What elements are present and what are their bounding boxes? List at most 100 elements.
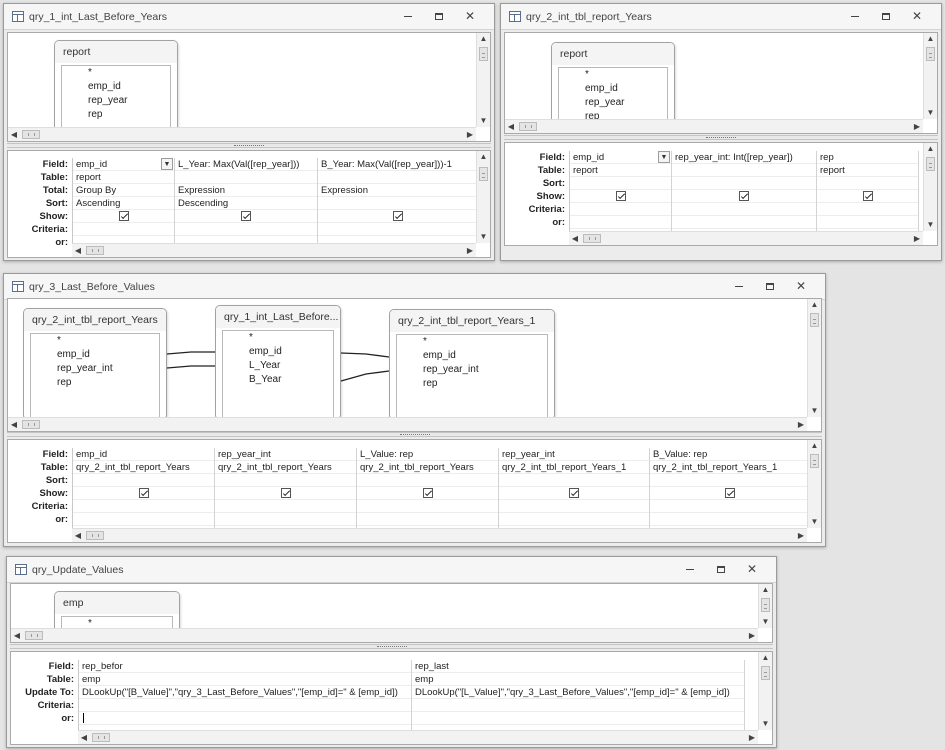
criteria-cell[interactable] bbox=[817, 203, 918, 216]
window-titlebar[interactable]: qry_2_int_tbl_report_Years ✕ bbox=[501, 4, 941, 30]
horizontal-scrollbar[interactable]: ◀ ▶ bbox=[505, 119, 923, 133]
table-box-field-list[interactable]: * emp_id rep_year_int rep bbox=[30, 333, 160, 419]
grid-column[interactable]: emp_id ▼ report bbox=[570, 151, 672, 231]
field-item[interactable]: emp_id bbox=[397, 349, 547, 363]
or-cell[interactable] bbox=[499, 513, 649, 526]
sort-cell[interactable]: Ascending bbox=[73, 197, 174, 210]
restore-icon[interactable] bbox=[710, 562, 732, 578]
checkbox-checked-icon[interactable] bbox=[138, 488, 149, 499]
horizontal-scrollbar[interactable]: ◀ ▶ bbox=[8, 417, 807, 431]
or-cell[interactable] bbox=[79, 712, 411, 725]
scroll-left-icon[interactable]: ◀ bbox=[78, 731, 90, 744]
or-cell[interactable] bbox=[215, 513, 356, 526]
checkbox-checked-icon[interactable] bbox=[392, 211, 403, 222]
scroll-thumb[interactable] bbox=[926, 47, 935, 61]
field-item[interactable]: rep_year_int bbox=[31, 362, 159, 376]
show-cell[interactable] bbox=[175, 210, 317, 223]
criteria-cell[interactable] bbox=[357, 500, 498, 513]
grid-columns[interactable]: emp_id qry_2_int_tbl_report_Years rep_ye… bbox=[72, 448, 807, 528]
scroll-right-icon[interactable]: ▶ bbox=[911, 120, 923, 133]
sort-cell[interactable] bbox=[215, 474, 356, 487]
close-icon[interactable]: ✕ bbox=[459, 9, 481, 25]
grid-column[interactable]: L_Value: rep qry_2_int_tbl_report_Years bbox=[357, 448, 499, 528]
scroll-left-icon[interactable]: ◀ bbox=[8, 418, 20, 431]
or-cell[interactable] bbox=[672, 216, 816, 229]
scroll-down-icon[interactable]: ▼ bbox=[808, 405, 821, 417]
scroll-down-icon[interactable]: ▼ bbox=[759, 616, 772, 628]
design-grid[interactable]: Field: Table: Total: Sort: Show: Criteri… bbox=[7, 150, 491, 258]
field-item[interactable]: rep bbox=[62, 108, 170, 122]
field-item[interactable]: rep_year bbox=[62, 94, 170, 108]
field-cell[interactable]: rep_year_int bbox=[499, 448, 649, 461]
checkbox-checked-icon[interactable] bbox=[422, 488, 433, 499]
scroll-right-icon[interactable]: ▶ bbox=[795, 529, 807, 542]
table-cell[interactable]: report bbox=[73, 171, 174, 184]
scroll-left-icon[interactable]: ◀ bbox=[11, 629, 23, 642]
field-item[interactable]: * bbox=[397, 335, 547, 349]
window-titlebar[interactable]: qry_1_int_Last_Before_Years ✕ bbox=[4, 4, 494, 30]
scroll-up-icon[interactable]: ▲ bbox=[808, 440, 821, 452]
pane-splitter[interactable] bbox=[504, 135, 938, 140]
field-item[interactable]: * bbox=[62, 66, 170, 80]
criteria-cell[interactable] bbox=[412, 699, 744, 712]
checkbox-checked-icon[interactable] bbox=[862, 191, 873, 202]
criteria-cell[interactable] bbox=[318, 223, 476, 236]
scroll-left-icon[interactable]: ◀ bbox=[72, 529, 84, 542]
query-window-qry-update-values[interactable]: qry_Update_Values ✕ emp * ▲ ▼ ◀ ▶ Field:… bbox=[6, 556, 777, 748]
grid-column[interactable]: emp_id qry_2_int_tbl_report_Years bbox=[73, 448, 215, 528]
table-cell[interactable] bbox=[672, 164, 816, 177]
window-titlebar[interactable]: qry_3_Last_Before_Values ✕ bbox=[4, 274, 825, 300]
show-cell[interactable] bbox=[73, 210, 174, 223]
field-cell[interactable]: rep bbox=[817, 151, 918, 164]
restore-icon[interactable] bbox=[428, 9, 450, 25]
field-cell[interactable]: L_Value: rep bbox=[357, 448, 498, 461]
show-cell[interactable] bbox=[499, 487, 649, 500]
design-grid[interactable]: Field: Table: Update To: Criteria: or: r… bbox=[10, 651, 773, 745]
vertical-scrollbar[interactable]: ▲ ▼ bbox=[807, 440, 821, 528]
field-item[interactable]: emp_id bbox=[223, 345, 333, 359]
table-cell[interactable]: emp bbox=[412, 673, 744, 686]
grid-columns[interactable]: emp_id ▼ report Group By Ascending L_Year… bbox=[72, 158, 476, 243]
sort-cell[interactable] bbox=[357, 474, 498, 487]
scroll-up-icon[interactable]: ▲ bbox=[477, 151, 490, 163]
scroll-down-icon[interactable]: ▼ bbox=[477, 115, 490, 127]
pane-splitter[interactable] bbox=[7, 432, 822, 437]
table-pane[interactable]: report * emp_id rep_year rep ▲ ▼ ◀ ▶ bbox=[504, 32, 938, 134]
field-item[interactable]: B_Year bbox=[223, 373, 333, 387]
horizontal-scrollbar[interactable]: ◀ ▶ bbox=[78, 730, 758, 744]
horizontal-scrollbar[interactable]: ◀ ▶ bbox=[72, 243, 476, 257]
grid-column[interactable]: rep_befor emp DLookUp("[B_Value]","qry_3… bbox=[79, 660, 412, 730]
minimize-icon[interactable] bbox=[728, 279, 750, 295]
scroll-up-icon[interactable]: ▲ bbox=[924, 143, 937, 155]
show-cell[interactable] bbox=[318, 210, 476, 223]
table-cell[interactable]: qry_2_int_tbl_report_Years bbox=[73, 461, 214, 474]
table-cell[interactable]: qry_2_int_tbl_report_Years_1 bbox=[650, 461, 807, 474]
field-item[interactable]: rep_year_int bbox=[397, 363, 547, 377]
grid-columns[interactable]: rep_befor emp DLookUp("[B_Value]","qry_3… bbox=[78, 660, 758, 730]
restore-icon[interactable] bbox=[875, 9, 897, 25]
show-cell[interactable] bbox=[357, 487, 498, 500]
sort-cell[interactable] bbox=[73, 474, 214, 487]
horizontal-scrollbar[interactable]: ◀ ▶ bbox=[11, 628, 758, 642]
query-window-qry-1[interactable]: qry_1_int_Last_Before_Years ✕ report * e… bbox=[3, 3, 495, 261]
scroll-up-icon[interactable]: ▲ bbox=[759, 584, 772, 596]
scroll-right-icon[interactable]: ▶ bbox=[746, 629, 758, 642]
scroll-right-icon[interactable]: ▶ bbox=[795, 418, 807, 431]
field-cell[interactable]: B_Value: rep bbox=[650, 448, 807, 461]
minimize-icon[interactable] bbox=[397, 9, 419, 25]
grid-column[interactable]: rep report bbox=[817, 151, 919, 231]
show-cell[interactable] bbox=[570, 190, 671, 203]
pane-splitter[interactable] bbox=[10, 644, 773, 649]
checkbox-checked-icon[interactable] bbox=[569, 488, 579, 499]
scroll-thumb[interactable] bbox=[92, 733, 110, 742]
total-cell[interactable]: Expression bbox=[318, 184, 476, 197]
design-grid[interactable]: Field: Table: Sort: Show: Criteria: or: … bbox=[7, 439, 822, 543]
field-item[interactable]: rep bbox=[31, 376, 159, 390]
scroll-up-icon[interactable]: ▲ bbox=[477, 33, 490, 45]
field-item[interactable]: * bbox=[559, 68, 667, 82]
or-cell[interactable] bbox=[412, 712, 744, 725]
grid-column[interactable]: rep_last emp DLookUp("[L_Value]","qry_3_… bbox=[412, 660, 745, 730]
scroll-right-icon[interactable]: ▶ bbox=[746, 731, 758, 744]
table-cell[interactable]: qry_2_int_tbl_report_Years bbox=[357, 461, 498, 474]
checkbox-checked-icon[interactable] bbox=[615, 191, 626, 202]
